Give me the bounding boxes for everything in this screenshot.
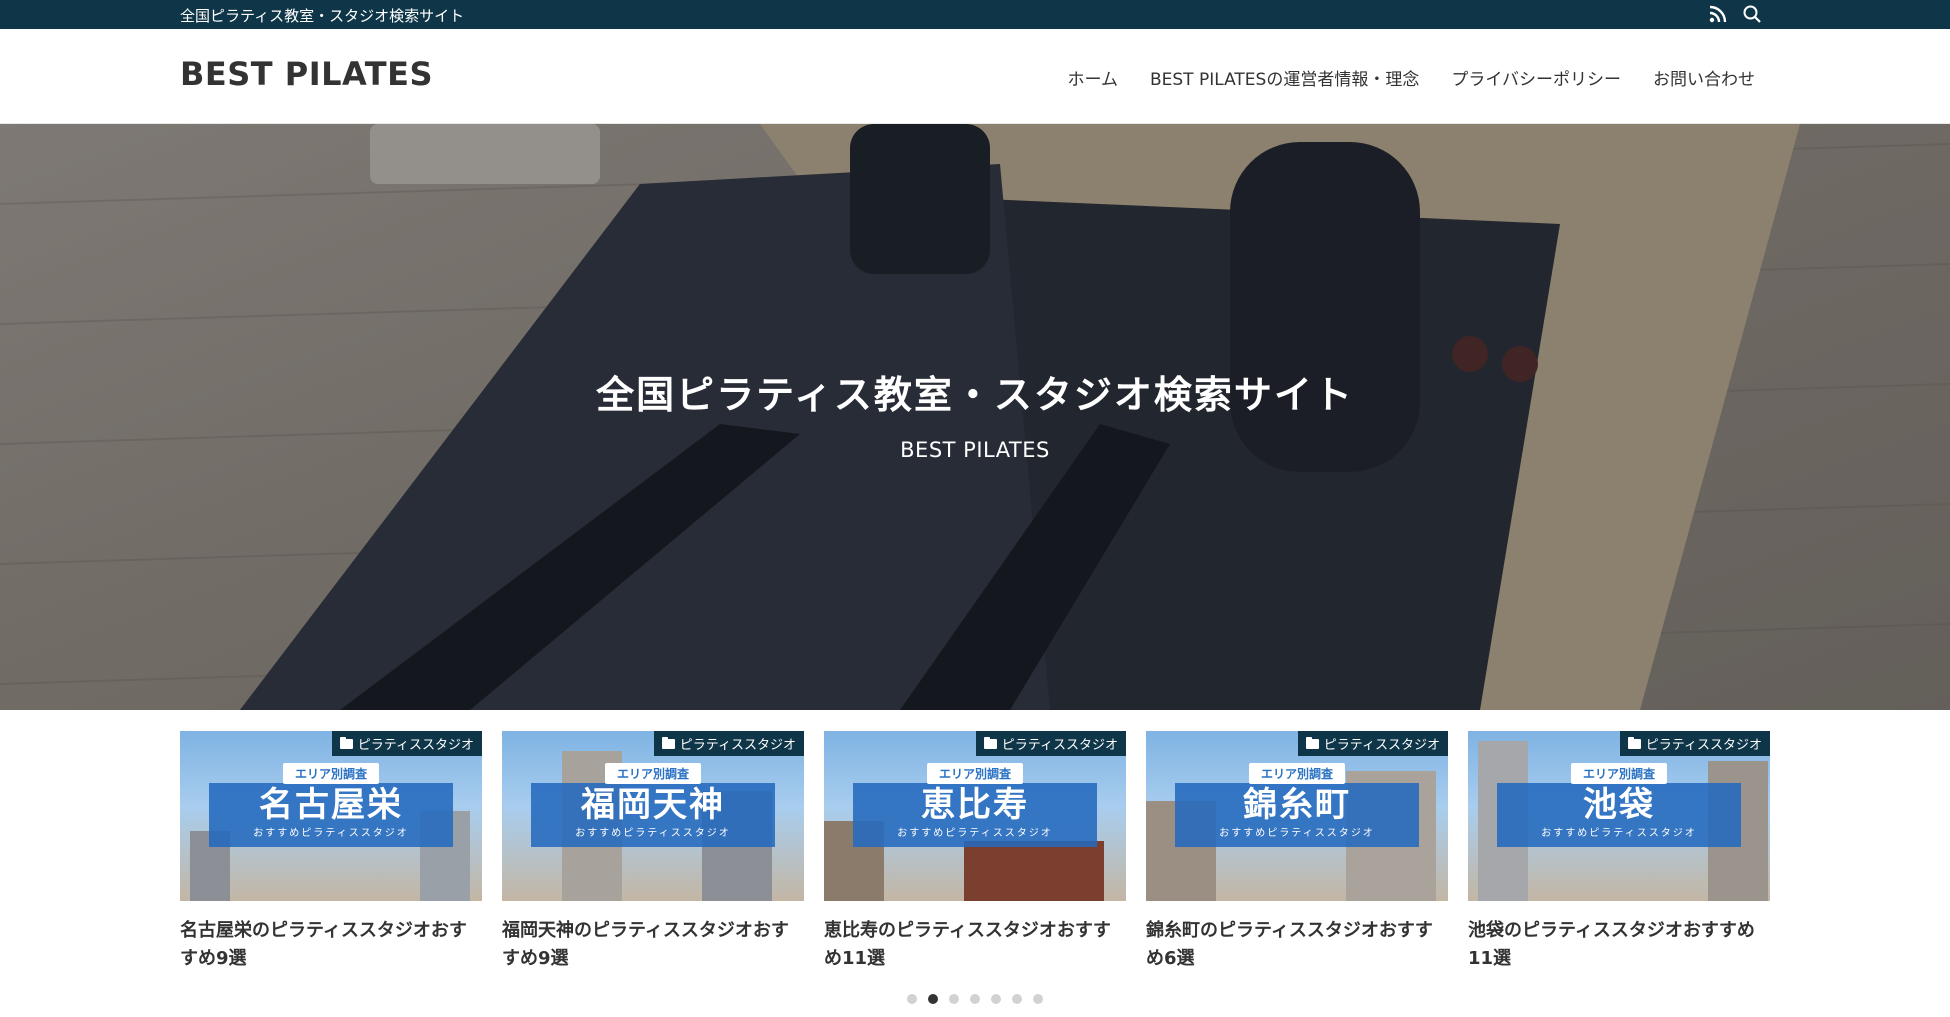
- area-badge: エリア別調査: [282, 763, 380, 784]
- area-name: 恵比寿: [921, 785, 1029, 825]
- card-thumbnail[interactable]: ピラティススタジオ エリア別調査 名古屋栄 おすすめピラティススタジオ: [180, 731, 482, 901]
- card-thumbnail[interactable]: ピラティススタジオ エリア別調査 恵比寿 おすすめピラティススタジオ: [824, 731, 1126, 901]
- card-thumbnail[interactable]: ピラティススタジオ エリア別調査 錦糸町 おすすめピラティススタジオ: [1146, 731, 1448, 901]
- card-thumbnail[interactable]: ピラティススタジオ エリア別調査 池袋 おすすめピラティススタジオ: [1468, 731, 1770, 901]
- area-badge: エリア別調査: [1570, 763, 1668, 784]
- carousel-pagination: [907, 994, 1043, 1004]
- article-card[interactable]: ピラティススタジオ エリア別調査 錦糸町 おすすめピラティススタジオ 錦糸町のピ…: [1146, 731, 1448, 973]
- area-name-sub: おすすめピラティススタジオ: [1541, 828, 1697, 839]
- folder-icon: [1627, 736, 1641, 749]
- area-name: 池袋: [1583, 785, 1655, 825]
- card-title[interactable]: 恵比寿のピラティススタジオおすすめ11選: [824, 917, 1126, 973]
- category-badge[interactable]: ピラティススタジオ: [975, 731, 1126, 756]
- category-badge[interactable]: ピラティススタジオ: [331, 731, 482, 756]
- featured-carousel: ピラティススタジオ エリア別調査 名古屋栄 おすすめピラティススタジオ 名古屋栄…: [180, 731, 1772, 971]
- area-name-band: 名古屋栄 おすすめピラティススタジオ: [209, 783, 453, 847]
- top-bar: 全国ピラティス教室・スタジオ検索サイト: [0, 0, 1950, 29]
- category-badge[interactable]: ピラティススタジオ: [653, 731, 804, 756]
- area-name-band: 池袋 おすすめピラティススタジオ: [1497, 783, 1741, 847]
- hero-section: 全国ピラティス教室・スタジオ検索サイト BEST PILATES: [0, 124, 1950, 710]
- site-header: BEST PILATES ホーム BEST PILATESの運営者情報・理念 プ…: [0, 29, 1950, 124]
- carousel-dot[interactable]: [970, 994, 980, 1004]
- nav-item-home[interactable]: ホーム: [1067, 65, 1118, 90]
- card-title[interactable]: 池袋のピラティススタジオおすすめ11選: [1468, 917, 1770, 973]
- top-bar-icons: [1708, 4, 1762, 24]
- area-name-sub: おすすめピラティススタジオ: [253, 828, 409, 839]
- card-thumbnail[interactable]: ピラティススタジオ エリア別調査 福岡天神 おすすめピラティススタジオ: [502, 731, 804, 901]
- main-nav: ホーム BEST PILATESの運営者情報・理念 プライバシーポリシー お問い…: [1067, 65, 1755, 90]
- area-name-sub: おすすめピラティススタジオ: [1219, 828, 1375, 839]
- area-name-sub: おすすめピラティススタジオ: [575, 828, 731, 839]
- card-title[interactable]: 錦糸町のピラティススタジオおすすめ6選: [1146, 917, 1448, 973]
- carousel-dot[interactable]: [1033, 994, 1043, 1004]
- category-badge[interactable]: ピラティススタジオ: [1297, 731, 1448, 756]
- folder-icon: [983, 736, 997, 749]
- site-logo[interactable]: BEST PILATES: [180, 55, 433, 93]
- carousel-dot[interactable]: [991, 994, 1001, 1004]
- area-badge: エリア別調査: [604, 763, 702, 784]
- card-title[interactable]: 福岡天神のピラティススタジオおすすめ9選: [502, 917, 804, 973]
- area-name: 錦糸町: [1243, 785, 1351, 825]
- area-name-band: 錦糸町 おすすめピラティススタジオ: [1175, 783, 1419, 847]
- article-card[interactable]: ピラティススタジオ エリア別調査 池袋 おすすめピラティススタジオ 池袋のピラテ…: [1468, 731, 1770, 973]
- area-name-band: 恵比寿 おすすめピラティススタジオ: [853, 783, 1097, 847]
- nav-item-privacy[interactable]: プライバシーポリシー: [1451, 65, 1621, 90]
- area-badge: エリア別調査: [1248, 763, 1346, 784]
- nav-item-contact[interactable]: お問い合わせ: [1653, 65, 1755, 90]
- carousel-dot[interactable]: [907, 994, 917, 1004]
- article-card[interactable]: ピラティススタジオ エリア別調査 恵比寿 おすすめピラティススタジオ 恵比寿のピ…: [824, 731, 1126, 973]
- hero-title: 全国ピラティス教室・スタジオ検索サイト: [596, 373, 1354, 417]
- carousel-dot[interactable]: [1012, 994, 1022, 1004]
- rss-icon[interactable]: [1708, 4, 1728, 24]
- top-bar-tagline: 全国ピラティス教室・スタジオ検索サイト: [180, 7, 465, 25]
- folder-icon: [661, 736, 675, 749]
- folder-icon: [339, 736, 353, 749]
- carousel-dot[interactable]: [928, 994, 938, 1004]
- nav-item-about[interactable]: BEST PILATESの運営者情報・理念: [1150, 65, 1419, 90]
- category-badge[interactable]: ピラティススタジオ: [1619, 731, 1770, 756]
- area-badge: エリア別調査: [926, 763, 1024, 784]
- card-title[interactable]: 名古屋栄のピラティススタジオおすすめ9選: [180, 917, 482, 973]
- carousel-dot[interactable]: [949, 994, 959, 1004]
- search-icon[interactable]: [1742, 4, 1762, 24]
- hero-subtitle: BEST PILATES: [900, 438, 1050, 462]
- article-card[interactable]: ピラティススタジオ エリア別調査 名古屋栄 おすすめピラティススタジオ 名古屋栄…: [180, 731, 482, 973]
- area-name: 福岡天神: [581, 785, 725, 825]
- area-name-sub: おすすめピラティススタジオ: [897, 828, 1053, 839]
- article-card[interactable]: ピラティススタジオ エリア別調査 福岡天神 おすすめピラティススタジオ 福岡天神…: [502, 731, 804, 973]
- area-name-band: 福岡天神 おすすめピラティススタジオ: [531, 783, 775, 847]
- area-name: 名古屋栄: [259, 785, 403, 825]
- folder-icon: [1305, 736, 1319, 749]
